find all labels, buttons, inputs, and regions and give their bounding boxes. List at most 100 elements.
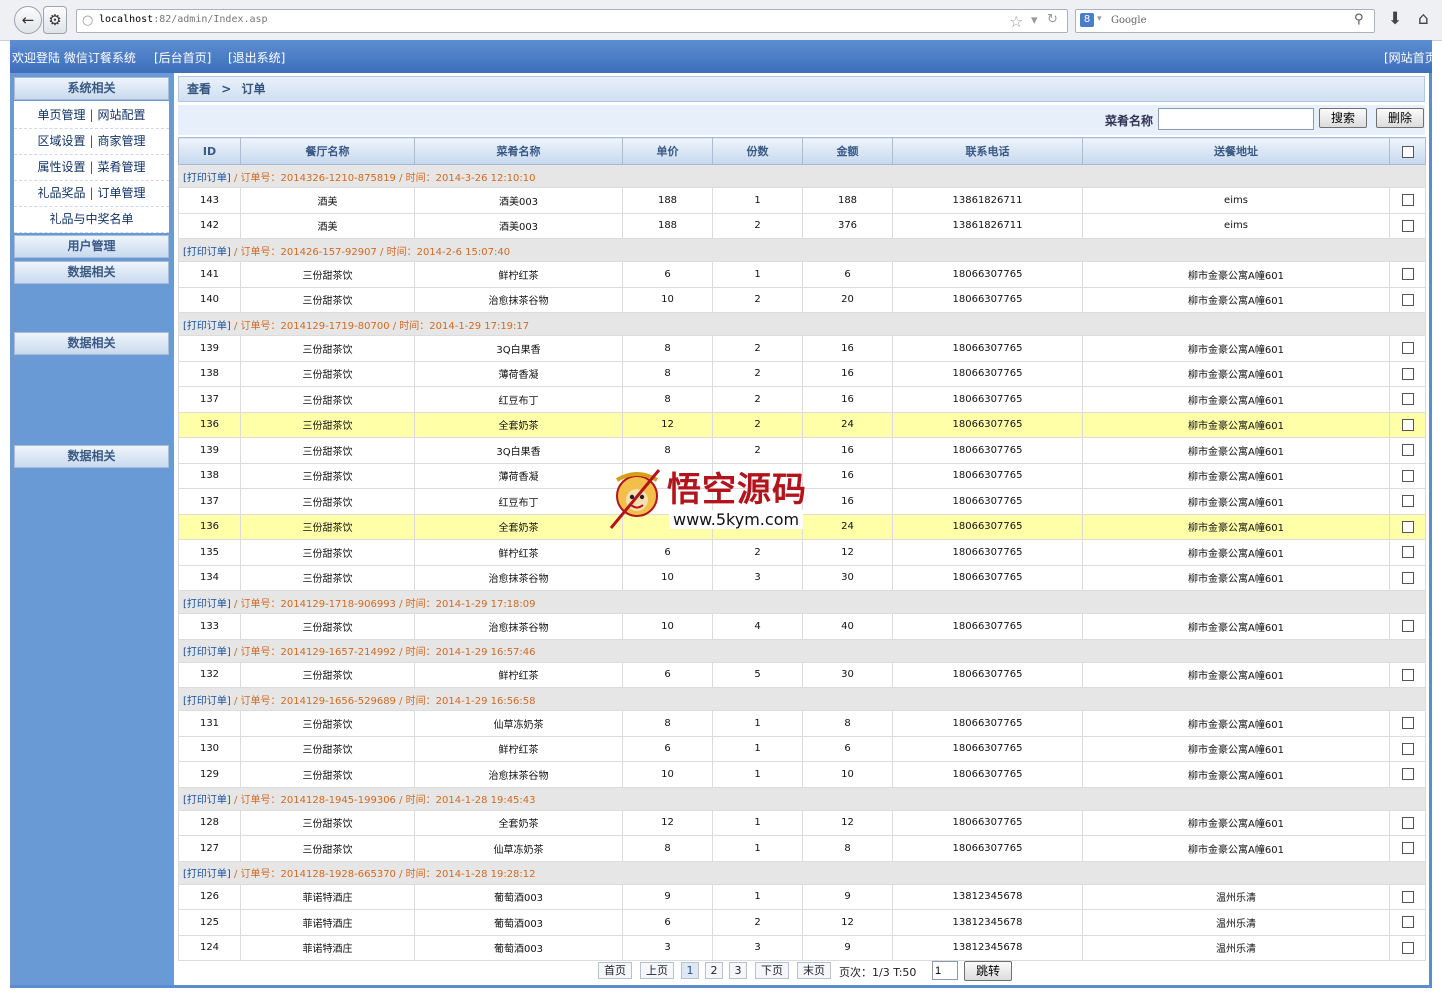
page-number-input[interactable] xyxy=(932,961,958,980)
row-checkbox[interactable] xyxy=(1401,293,1414,306)
row-checkbox[interactable] xyxy=(1401,342,1414,355)
search-engine-box[interactable]: 8 ▾ Google ⚲ xyxy=(1075,9,1375,33)
cell-amount: 12 xyxy=(802,909,893,936)
cell-qty: 2 xyxy=(712,286,803,313)
cell-phone: 18066307765 xyxy=(892,437,1083,464)
cell-dish: 鲜柠红茶 xyxy=(414,539,623,566)
row-checkbox[interactable] xyxy=(1401,495,1414,508)
admin-home-link[interactable]: [后台首页] xyxy=(154,49,211,66)
cell-qty: 2 xyxy=(712,386,803,413)
next-page-button[interactable]: 下页 xyxy=(755,962,789,979)
delete-button[interactable]: 删除 xyxy=(1376,108,1424,128)
row-checkbox[interactable] xyxy=(1401,219,1414,232)
cell-dish: 全套奶茶 xyxy=(414,809,623,836)
back-icon[interactable]: ← xyxy=(14,6,42,34)
print-order-link[interactable]: [打印订单] xyxy=(183,795,231,806)
sidebar-data-heading[interactable]: 数据相关 xyxy=(14,261,169,284)
row-checkbox[interactable] xyxy=(1401,941,1414,954)
cell-qty: 1 xyxy=(712,187,803,214)
row-checkbox[interactable] xyxy=(1401,816,1414,829)
sidebar-link-merchant[interactable]: 商家管理 xyxy=(98,134,146,148)
sidebar-link-dishes[interactable]: 菜肴管理 xyxy=(98,160,146,174)
print-order-link[interactable]: [打印订单] xyxy=(183,173,231,184)
print-order-link[interactable]: [打印订单] xyxy=(183,599,231,610)
cell-address: 柳市金豪公寓A幢601 xyxy=(1082,437,1390,464)
bookmark-star-icon[interactable]: ☆ xyxy=(1009,12,1023,31)
print-order-link[interactable]: [打印订单] xyxy=(183,696,231,707)
cell-select xyxy=(1389,437,1426,464)
row-checkbox[interactable] xyxy=(1401,717,1414,730)
row-checkbox[interactable] xyxy=(1401,768,1414,781)
row-checkbox[interactable] xyxy=(1401,916,1414,929)
page-3-button[interactable]: 3 xyxy=(729,962,747,979)
home-icon[interactable]: ⌂ xyxy=(1418,9,1429,29)
separator: / xyxy=(395,869,406,880)
download-icon[interactable]: ⬇ xyxy=(1388,9,1402,29)
sidebar-link-gifts[interactable]: 礼品奖品 xyxy=(37,186,85,200)
globe-icon: ○ xyxy=(82,13,94,28)
row-checkbox[interactable] xyxy=(1401,842,1414,855)
row-checkbox[interactable] xyxy=(1401,571,1414,584)
row-checkbox[interactable] xyxy=(1401,668,1414,681)
dropdown-icon[interactable]: ▾ xyxy=(1031,13,1038,28)
row-checkbox[interactable] xyxy=(1401,367,1414,380)
print-order-link[interactable]: [打印订单] xyxy=(183,647,231,658)
row-checkbox[interactable] xyxy=(1401,418,1414,431)
magnifier-icon[interactable]: ⚲ xyxy=(1354,12,1364,27)
reload-icon[interactable]: ↻ xyxy=(1047,12,1058,27)
page-1-button[interactable]: 1 xyxy=(681,962,699,979)
cell-qty: 1 xyxy=(712,735,803,762)
row-checkbox[interactable] xyxy=(1401,742,1414,755)
search-button[interactable]: 搜索 xyxy=(1319,108,1367,128)
print-order-link[interactable]: [打印订单] xyxy=(183,247,231,258)
row-checkbox[interactable] xyxy=(1401,546,1414,559)
cell-id: 143 xyxy=(178,187,241,214)
cell-restaurant: 三份甜茶饮 xyxy=(240,335,415,362)
page-2-button[interactable]: 2 xyxy=(705,962,723,979)
order-group-cell: [打印订单] / 订单号：201426-157-92907 / 时间：2014-… xyxy=(178,238,1426,262)
app-header: 欢迎登陆 微信订餐系统 [后台首页] [退出系统] [网站首页 xyxy=(10,40,1437,73)
sidebar-link-winners[interactable]: 礼品与中奖名单 xyxy=(49,212,133,226)
cell-id: 137 xyxy=(178,386,241,413)
print-order-link[interactable]: [打印订单] xyxy=(183,869,231,880)
cell-select xyxy=(1389,286,1426,313)
row-checkbox[interactable] xyxy=(1401,268,1414,281)
sidebar-link-site-config[interactable]: 网站配置 xyxy=(98,108,146,122)
logout-link[interactable]: [退出系统] xyxy=(228,49,285,66)
sidebar-data-heading[interactable]: 数据相关 xyxy=(14,332,169,355)
sidebar-link-pages[interactable]: 单页管理 xyxy=(37,108,85,122)
cell-address: eims xyxy=(1082,187,1390,214)
sidebar-link-attributes[interactable]: 属性设置 xyxy=(37,160,85,174)
cell-amount: 12 xyxy=(802,809,893,836)
row-checkbox[interactable] xyxy=(1401,890,1414,903)
order-number-label: 订单号： xyxy=(240,869,281,880)
select-all-checkbox[interactable] xyxy=(1401,145,1414,158)
dish-name-input[interactable] xyxy=(1158,108,1314,130)
cell-address: 温州乐清 xyxy=(1082,934,1390,961)
print-order-link[interactable]: [打印订单] xyxy=(183,321,231,332)
row-checkbox[interactable] xyxy=(1401,393,1414,406)
row-checkbox[interactable] xyxy=(1401,444,1414,457)
cell-select xyxy=(1389,710,1426,737)
jump-button[interactable]: 跳转 xyxy=(964,961,1012,981)
sidebar-system-heading[interactable]: 系统相关 xyxy=(14,77,169,100)
sidebar-user-heading[interactable]: 用户管理 xyxy=(14,235,169,258)
cell-phone: 13812345678 xyxy=(892,909,1083,936)
address-bar[interactable]: ○ localhost:82/admin/Index.asp ☆ ▾ ↻ xyxy=(76,9,1068,33)
cell-restaurant: 菲诺特酒庄 xyxy=(240,934,415,961)
row-checkbox[interactable] xyxy=(1401,520,1414,533)
tools-icon[interactable]: ⚙ xyxy=(43,6,67,34)
sidebar-link-orders[interactable]: 订单管理 xyxy=(98,186,146,200)
cell-price: 10 xyxy=(622,564,713,591)
row-checkbox[interactable] xyxy=(1401,194,1414,207)
sidebar-data-heading[interactable]: 数据相关 xyxy=(14,445,169,468)
row-checkbox[interactable] xyxy=(1401,620,1414,633)
prev-page-button[interactable]: 上页 xyxy=(640,962,674,979)
cell-phone: 18066307765 xyxy=(892,261,1083,288)
engine-dropdown-icon[interactable]: ▾ xyxy=(1097,14,1102,24)
sidebar-link-region[interactable]: 区域设置 xyxy=(37,134,85,148)
site-home-link[interactable]: [网站首页 xyxy=(1384,49,1437,66)
first-page-button[interactable]: 首页 xyxy=(598,962,632,979)
last-page-button[interactable]: 末页 xyxy=(797,962,831,979)
row-checkbox[interactable] xyxy=(1401,469,1414,482)
